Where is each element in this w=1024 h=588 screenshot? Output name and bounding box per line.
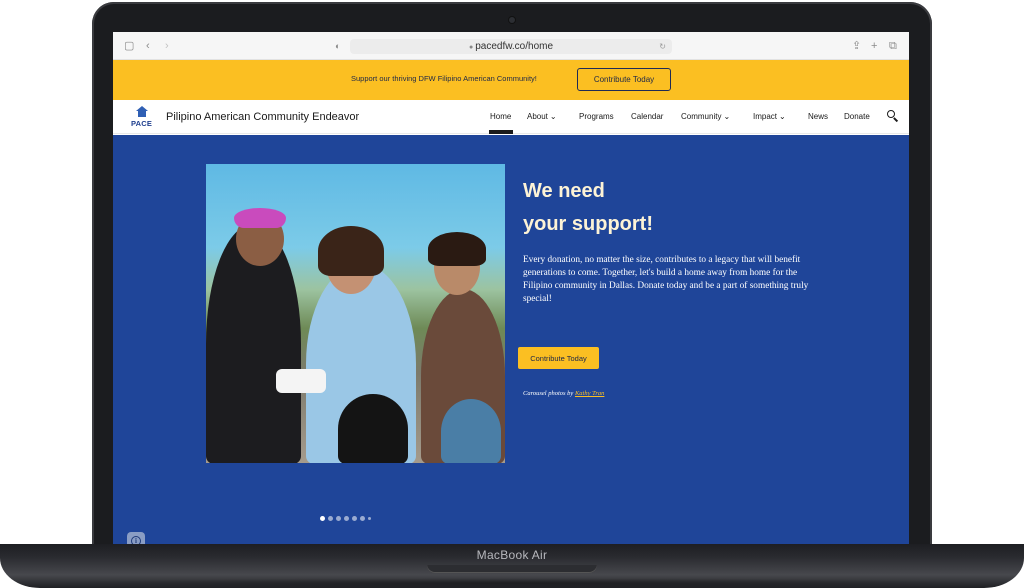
device-label: MacBook Air [476,548,548,562]
share-icon[interactable]: ⇪ [852,38,861,54]
nav-item-community[interactable]: Community ⌄ [681,112,730,121]
hero-section: We need your support! Every donation, no… [113,135,909,545]
camera [509,17,515,23]
shield-icon[interactable]: ◐ [335,38,340,54]
hero-contribute-button[interactable]: Contribute Today [518,347,599,369]
announcement-contribute-button[interactable]: Contribute Today [577,68,671,91]
chevron-down-icon: ⌄ [549,112,557,121]
carousel-dot-2[interactable] [328,515,333,521]
laptop-shadow [40,578,984,588]
site-name[interactable]: Pilipino American Community Endeavor [166,111,359,123]
pace-logo[interactable]: PACE [127,105,157,131]
carousel-dot-3[interactable] [336,515,341,521]
carousel-dot-4[interactable] [344,515,349,521]
laptop-notch [427,565,597,573]
browser-toolbar: ▢ ‹ › ◐ ● pacedfw.co/home ↻ ⇪ + ⧉ [113,32,909,60]
photo-credit-link[interactable]: Kathy Tran [575,390,604,397]
forward-icon[interactable]: › [165,38,169,54]
carousel-dot-6[interactable] [360,515,365,521]
hero-body: Every donation, no matter the size, cont… [523,255,809,304]
nav-item-news[interactable]: News [808,112,828,121]
house-icon-body [138,111,146,117]
address-bar[interactable]: ● pacedfw.co/home ↻ [350,39,672,54]
carousel-dot-7[interactable] [368,516,371,520]
nav-item-about-label: About [527,112,548,121]
lock-icon: ● [468,44,474,51]
sidebar-icon[interactable]: ▢ [124,38,134,54]
nav-item-about[interactable]: About ⌄ [527,112,557,121]
hero-title-line1: We need [523,180,605,202]
nav-item-programs[interactable]: Programs [579,112,614,121]
photo-credit: Carousel photos by Kathy Tran [523,390,604,397]
carousel-dots [320,515,371,521]
nav-item-impact-label: Impact [753,112,778,121]
carousel-dot-5[interactable] [352,515,357,521]
url-text: pacedfw.co/home [475,41,554,52]
active-nav-indicator [489,130,513,134]
logo-text: PACE [131,119,153,128]
nav-item-donate[interactable]: Donate [844,112,870,121]
reload-icon[interactable]: ↻ [659,39,666,54]
announcement-text: Support our thriving DFW Filipino Americ… [351,74,537,83]
search-icon[interactable] [887,110,899,122]
nav-item-impact[interactable]: Impact ⌄ [753,112,786,121]
photo-credit-prefix: Carousel photos by [523,390,574,397]
announcement-bar: Support our thriving DFW Filipino Americ… [113,60,909,100]
back-icon[interactable]: ‹ [146,38,150,54]
carousel-photo [206,164,505,463]
screen: ▢ ‹ › ◐ ● pacedfw.co/home ↻ ⇪ + ⧉ Support… [113,32,909,545]
chevron-down-icon: ⌄ [779,112,786,121]
chevron-down-icon: ⌄ [723,112,731,121]
hero-title: We need your support! [523,175,763,241]
hero-title-line2: your support! [523,213,653,235]
nav-item-home[interactable]: Home [490,112,511,121]
tabs-icon[interactable]: ⧉ [889,38,897,54]
site-header: PACE Pilipino American Community Endeavo… [113,100,909,134]
new-tab-icon[interactable]: + [871,38,877,54]
carousel-dot-1[interactable] [320,515,325,521]
nav-item-community-label: Community [681,112,722,121]
nav-item-calendar[interactable]: Calendar [631,112,663,121]
